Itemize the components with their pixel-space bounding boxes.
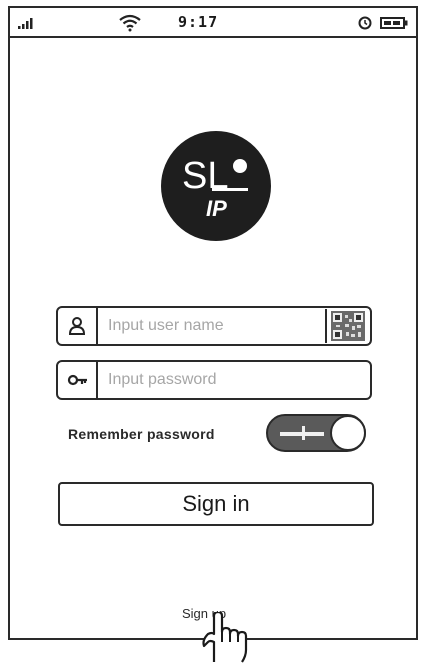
status-bar: 9:17 [10, 8, 416, 38]
username-input[interactable] [108, 313, 308, 339]
scan-qr-button[interactable] [325, 309, 369, 343]
signal-bars-icon [18, 18, 33, 29]
password-field [56, 360, 372, 400]
status-time: 9:17 [178, 13, 219, 31]
remember-password-label: Remember password [68, 426, 215, 442]
toggle-knob[interactable] [330, 415, 366, 451]
hand-pointer-icon [202, 612, 248, 663]
sign-in-button[interactable]: Sign in [58, 482, 374, 526]
logo-text-bottom: IP [206, 196, 227, 221]
user-icon [68, 317, 86, 335]
password-input[interactable] [108, 367, 308, 393]
username-field [56, 306, 372, 346]
alarm-clock-icon [358, 16, 372, 30]
key-icon [67, 374, 87, 386]
remember-password-toggle[interactable] [266, 414, 368, 454]
username-icon-cell [58, 308, 98, 344]
phone-screen: 9:17 SL IP Input user name Remember pass… [8, 6, 418, 663]
app-logo: SL IP [161, 131, 271, 241]
toggle-tick [302, 426, 305, 440]
wifi-icon [119, 14, 141, 32]
qr-code-icon [331, 311, 365, 341]
password-icon-cell [58, 362, 98, 398]
battery-icon [380, 17, 408, 29]
